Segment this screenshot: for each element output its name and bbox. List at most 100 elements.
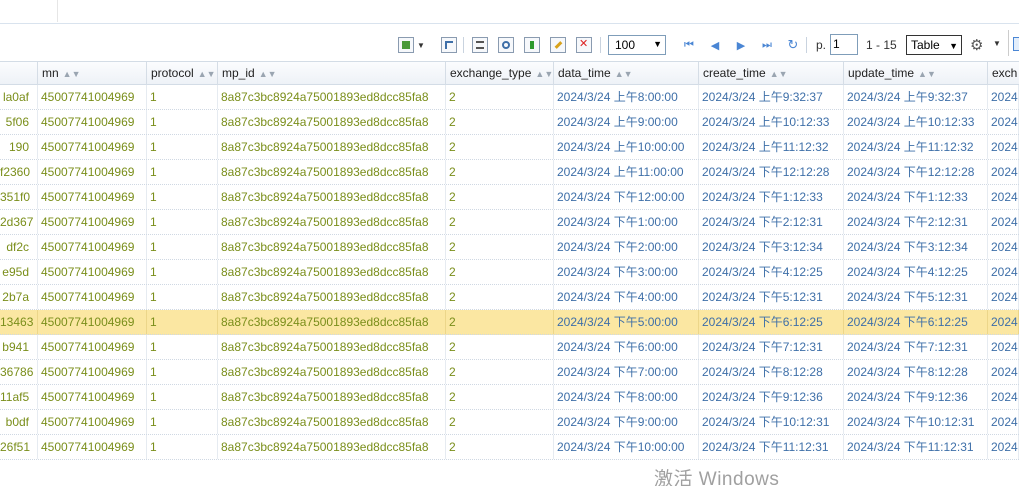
cell-create-time[interactable]: 2024/3/24 下午1:12:33 (699, 185, 844, 209)
cell-mp-id[interactable]: 8a87c3bc8924a75001893ed8dcc85fa8 (218, 135, 446, 159)
cell-data-time[interactable]: 2024/3/24 下午1:00:00 (554, 210, 699, 234)
cell-protocol[interactable]: 1 (147, 160, 218, 184)
gear-icon[interactable]: ⚙ (970, 36, 983, 54)
table-row[interactable]: 26f51 45007741004969 1 8a87c3bc8924a7500189… (0, 435, 1019, 460)
table-row[interactable]: 36786 45007741004969 1 8a87c3bc8924a7500189… (0, 360, 1019, 385)
cell-id[interactable]: e95d (0, 260, 38, 284)
cell-exch[interactable]: 2024 (988, 135, 1019, 159)
cell-mn[interactable]: 45007741004969 (38, 385, 147, 409)
cell-exchange-type[interactable]: 2 (446, 385, 554, 409)
cell-mn[interactable]: 45007741004969 (38, 110, 147, 134)
cell-exchange-type[interactable]: 2 (446, 410, 554, 434)
cell-protocol[interactable]: 1 (147, 260, 218, 284)
cell-create-time[interactable]: 2024/3/24 上午11:12:32 (699, 135, 844, 159)
cell-protocol[interactable]: 1 (147, 385, 218, 409)
first-page-button[interactable]: ⏮ (682, 37, 696, 53)
column-header-data-time[interactable]: data_time ▲▼ (554, 62, 699, 85)
cell-protocol[interactable]: 1 (147, 185, 218, 209)
cell-create-time[interactable]: 2024/3/24 下午2:12:31 (699, 210, 844, 234)
cell-id[interactable]: 2b7a (0, 285, 38, 309)
cell-mn[interactable]: 45007741004969 (38, 435, 147, 459)
cell-exch[interactable]: 2024 (988, 185, 1019, 209)
cell-data-time[interactable]: 2024/3/24 下午2:00:00 (554, 235, 699, 259)
cell-id[interactable]: df2c (0, 235, 38, 259)
cell-protocol[interactable]: 1 (147, 235, 218, 259)
cell-create-time[interactable]: 2024/3/24 下午3:12:34 (699, 235, 844, 259)
cell-protocol[interactable]: 1 (147, 310, 218, 334)
cell-exchange-type[interactable]: 2 (446, 110, 554, 134)
cell-exch[interactable]: 2024 (988, 110, 1019, 134)
cell-data-time[interactable]: 2024/3/24 下午10:00:00 (554, 435, 699, 459)
cell-data-time[interactable]: 2024/3/24 下午8:00:00 (554, 385, 699, 409)
cell-protocol[interactable]: 1 (147, 435, 218, 459)
cell-id[interactable]: b941 (0, 335, 38, 359)
cell-update-time[interactable]: 2024/3/24 下午7:12:31 (844, 335, 988, 359)
cell-mp-id[interactable]: 8a87c3bc8924a75001893ed8dcc85fa8 (218, 185, 446, 209)
cell-data-time[interactable]: 2024/3/24 上午10:00:00 (554, 135, 699, 159)
delete-record-button[interactable]: ✕ (576, 35, 592, 55)
cell-create-time[interactable]: 2024/3/24 下午7:12:31 (699, 335, 844, 359)
table-row[interactable]: 190 45007741004969 1 8a87c3bc8924a75001893e… (0, 135, 1019, 160)
column-header-create-time[interactable]: create_time ▲▼ (699, 62, 844, 85)
cell-exch[interactable]: 2024 (988, 385, 1019, 409)
cell-update-time[interactable]: 2024/3/24 下午9:12:36 (844, 385, 988, 409)
cell-exchange-type[interactable]: 2 (446, 235, 554, 259)
table-row[interactable]: la0af 45007741004969 1 8a87c3bc8924a7500189… (0, 85, 1019, 110)
cell-update-time[interactable]: 2024/3/24 下午3:12:34 (844, 235, 988, 259)
table-row[interactable]: df2c 45007741004969 1 8a87c3bc8924a75001893… (0, 235, 1019, 260)
cell-mn[interactable]: 45007741004969 (38, 360, 147, 384)
cell-exchange-type[interactable]: 2 (446, 185, 554, 209)
cell-update-time[interactable]: 2024/3/24 下午1:12:33 (844, 185, 988, 209)
cell-mn[interactable]: 45007741004969 (38, 185, 147, 209)
column-header-update-time[interactable]: update_time ▲▼ (844, 62, 988, 85)
page-number-input[interactable]: 1 (830, 34, 858, 55)
cell-update-time[interactable]: 2024/3/24 下午5:12:31 (844, 285, 988, 309)
search-button[interactable] (498, 35, 514, 55)
cell-exchange-type[interactable]: 2 (446, 435, 554, 459)
cell-mp-id[interactable]: 8a87c3bc8924a75001893ed8dcc85fa8 (218, 410, 446, 434)
cell-mp-id[interactable]: 8a87c3bc8924a75001893ed8dcc85fa8 (218, 310, 446, 334)
cell-protocol[interactable]: 1 (147, 210, 218, 234)
column-header-protocol[interactable]: protocol ▲▼ (147, 62, 218, 85)
cell-update-time[interactable]: 2024/3/24 下午4:12:25 (844, 260, 988, 284)
cell-id[interactable]: 26f51 (0, 435, 38, 459)
column-header-mp-id[interactable]: mp_id ▲▼ (218, 62, 446, 85)
cell-mp-id[interactable]: 8a87c3bc8924a75001893ed8dcc85fa8 (218, 360, 446, 384)
cell-mn[interactable]: 45007741004969 (38, 210, 147, 234)
cell-data-time[interactable]: 2024/3/24 下午3:00:00 (554, 260, 699, 284)
cell-id[interactable]: 2d367 (0, 210, 38, 234)
cell-id[interactable]: la0af (0, 85, 38, 109)
structure-button[interactable] (441, 35, 457, 55)
cell-update-time[interactable]: 2024/3/24 下午10:12:31 (844, 410, 988, 434)
table-row[interactable]: 5f06 45007741004969 1 8a87c3bc8924a75001893… (0, 110, 1019, 135)
cell-id[interactable]: 5f06 (0, 110, 38, 134)
cell-exchange-type[interactable]: 2 (446, 260, 554, 284)
cell-exch[interactable]: 2024 (988, 235, 1019, 259)
cell-exch[interactable]: 2024 (988, 360, 1019, 384)
cell-protocol[interactable]: 1 (147, 410, 218, 434)
cell-create-time[interactable]: 2024/3/24 下午4:12:25 (699, 260, 844, 284)
cell-exch[interactable]: 2024 (988, 260, 1019, 284)
cell-id[interactable]: 11af5 (0, 385, 38, 409)
cell-create-time[interactable]: 2024/3/24 下午5:12:31 (699, 285, 844, 309)
cell-exch[interactable]: 2024 (988, 285, 1019, 309)
cell-update-time[interactable]: 2024/3/24 上午10:12:33 (844, 110, 988, 134)
cell-protocol[interactable]: 1 (147, 85, 218, 109)
page-size-select[interactable]: 100 ▼ (608, 35, 666, 55)
table-row[interactable]: 351f0 45007741004969 1 8a87c3bc8924a7500189… (0, 185, 1019, 210)
last-page-button[interactable]: ⏭ (760, 37, 774, 53)
cell-id[interactable]: 351f0 (0, 185, 38, 209)
table-row[interactable]: f2360 45007741004969 1 8a87c3bc8924a7500189… (0, 160, 1019, 185)
cell-update-time[interactable]: 2024/3/24 上午9:32:37 (844, 85, 988, 109)
table-row[interactable]: b941 45007741004969 1 8a87c3bc8924a75001893… (0, 335, 1019, 360)
view-record-button[interactable] (472, 35, 488, 55)
cell-exchange-type[interactable]: 2 (446, 335, 554, 359)
cell-update-time[interactable]: 2024/3/24 下午6:12:25 (844, 310, 988, 334)
cell-update-time[interactable]: 2024/3/24 下午2:12:31 (844, 210, 988, 234)
cell-create-time[interactable]: 2024/3/24 上午9:32:37 (699, 85, 844, 109)
cell-exch[interactable]: 2024 (988, 85, 1019, 109)
cell-exch[interactable]: 2024 (988, 310, 1019, 334)
cell-id[interactable]: 13463 (0, 310, 38, 334)
cell-data-time[interactable]: 2024/3/24 下午4:00:00 (554, 285, 699, 309)
cell-exchange-type[interactable]: 2 (446, 360, 554, 384)
